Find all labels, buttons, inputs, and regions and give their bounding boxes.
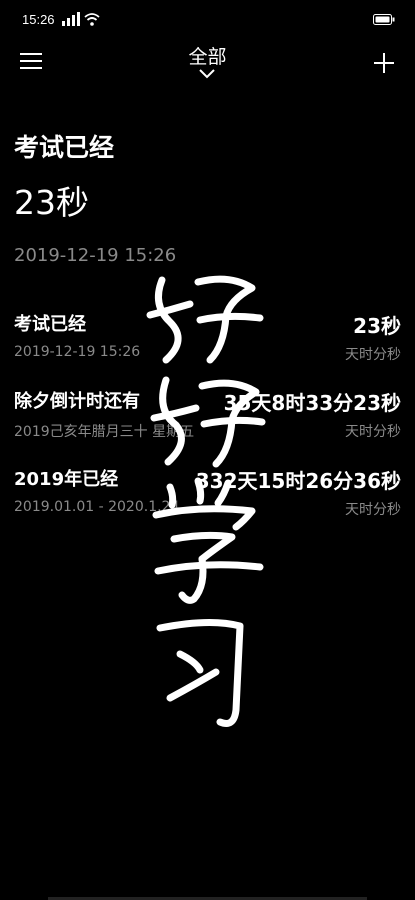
- wifi-icon: [84, 13, 100, 26]
- item-value: 23秒: [353, 314, 401, 338]
- item-unit: 天时分秒: [345, 347, 401, 363]
- signal-icon: [62, 12, 80, 26]
- page-title[interactable]: 全部: [0, 42, 415, 69]
- item-subtitle: 2019.01.01 - 2020.1.24: [14, 499, 180, 515]
- item-unit: 天时分秒: [345, 502, 401, 518]
- item-subtitle: 2019-12-19 15:26: [14, 344, 141, 360]
- item-title: 2019年已经: [14, 469, 119, 490]
- item-subtitle: 2019己亥年腊月三十 星期五: [14, 424, 195, 440]
- list-item[interactable]: 考试已经 23秒 2019-12-19 15:26 天时分秒: [0, 310, 415, 380]
- plus-icon[interactable]: [373, 52, 395, 74]
- chevron-down-icon[interactable]: [198, 68, 216, 80]
- hero-date: 2019-12-19 15:26: [14, 245, 177, 266]
- status-time: 15:26: [22, 12, 55, 27]
- item-value: 332天15时26分36秒: [195, 469, 401, 493]
- item-value: 35天8时33分23秒: [223, 391, 401, 415]
- hero-value: 23秒: [14, 183, 89, 222]
- list-item[interactable]: 2019年已经 332天15时26分36秒 2019.01.01 - 2020.…: [0, 465, 415, 535]
- hero-label: 考试已经: [14, 133, 115, 162]
- list-item[interactable]: 除夕倒计时还有 35天8时33分23秒 2019己亥年腊月三十 星期五 天时分秒: [0, 387, 415, 457]
- status-bar: 15:26: [0, 0, 415, 40]
- item-title: 除夕倒计时还有: [14, 391, 140, 412]
- item-title: 考试已经: [14, 314, 86, 335]
- item-unit: 天时分秒: [345, 424, 401, 440]
- battery-icon: [373, 14, 395, 25]
